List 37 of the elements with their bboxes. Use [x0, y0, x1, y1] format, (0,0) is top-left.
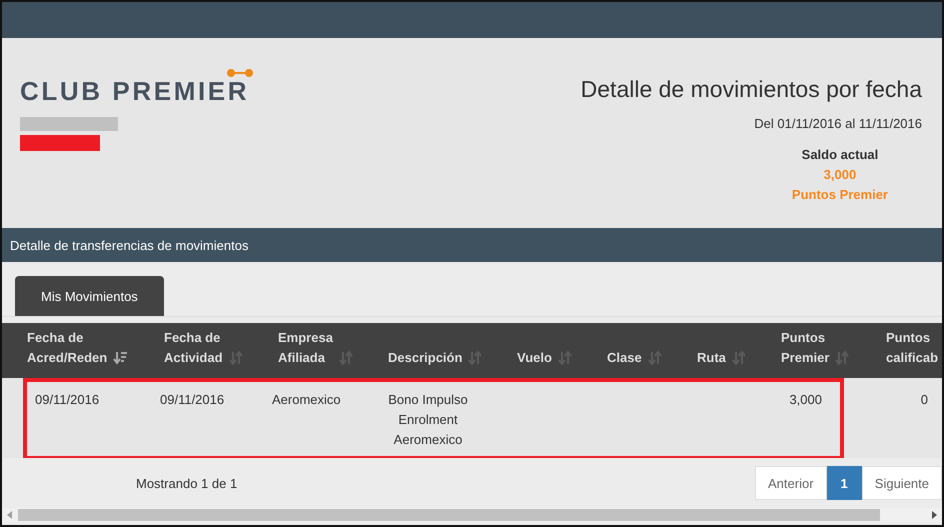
- scrollbar-thumb[interactable]: [18, 509, 880, 521]
- sort-descending-icon[interactable]: [113, 351, 128, 365]
- column-header[interactable]: Descripción: [388, 348, 462, 368]
- table-cell-text: 09/11/2016: [160, 391, 224, 409]
- column-header[interactable]: Fecha de Actividad: [164, 328, 223, 368]
- column-header[interactable]: Fecha de Acred/Reden: [27, 328, 108, 368]
- section-title: Detalle de transferencias de movimientos: [10, 238, 248, 252]
- column-header[interactable]: Clase: [607, 348, 642, 368]
- column-header[interactable]: Vuelo: [517, 348, 552, 368]
- report-title: Detalle de movimientos por fecha: [580, 76, 922, 103]
- horizontal-scrollbar[interactable]: [2, 508, 942, 522]
- table-cell-text: 3,000: [789, 391, 822, 409]
- date-range: Del 01/11/2016 al 11/11/2016: [754, 116, 922, 131]
- column-header[interactable]: Ruta: [697, 348, 726, 368]
- balance-value: 3,000: [824, 167, 856, 182]
- logo: CLUB PREMIER: [20, 68, 282, 107]
- column-header[interactable]: Puntos Premier: [781, 328, 830, 368]
- balance-unit: Puntos Premier: [792, 187, 888, 202]
- sort-icon[interactable]: [558, 351, 572, 365]
- page-button[interactable]: 1: [826, 466, 862, 500]
- sort-icon[interactable]: [228, 351, 243, 365]
- tab[interactable]: Mis Movimientos: [15, 276, 164, 316]
- sort-icon[interactable]: [468, 351, 482, 365]
- table-cell-text: 0: [920, 391, 928, 409]
- column-header[interactable]: Puntos calificab: [886, 328, 938, 368]
- sort-icon[interactable]: [835, 351, 850, 365]
- page-button[interactable]: Anterior: [755, 466, 827, 500]
- table-cell-text: Bono Impulso Enrolment Aeromexico: [388, 391, 468, 449]
- table-cell-text: 09/11/2016: [35, 391, 100, 409]
- column-header[interactable]: Empresa Afiliada: [278, 328, 333, 368]
- sort-icon[interactable]: [648, 351, 662, 365]
- pagination-info: Mostrando 1 de 1: [136, 476, 238, 490]
- sort-icon[interactable]: [732, 351, 746, 365]
- balance-label: Saldo actual: [802, 147, 878, 162]
- page-button[interactable]: Siguiente: [862, 466, 942, 500]
- table-cell-text: Aeromexico: [272, 391, 341, 409]
- sort-icon[interactable]: [338, 351, 353, 365]
